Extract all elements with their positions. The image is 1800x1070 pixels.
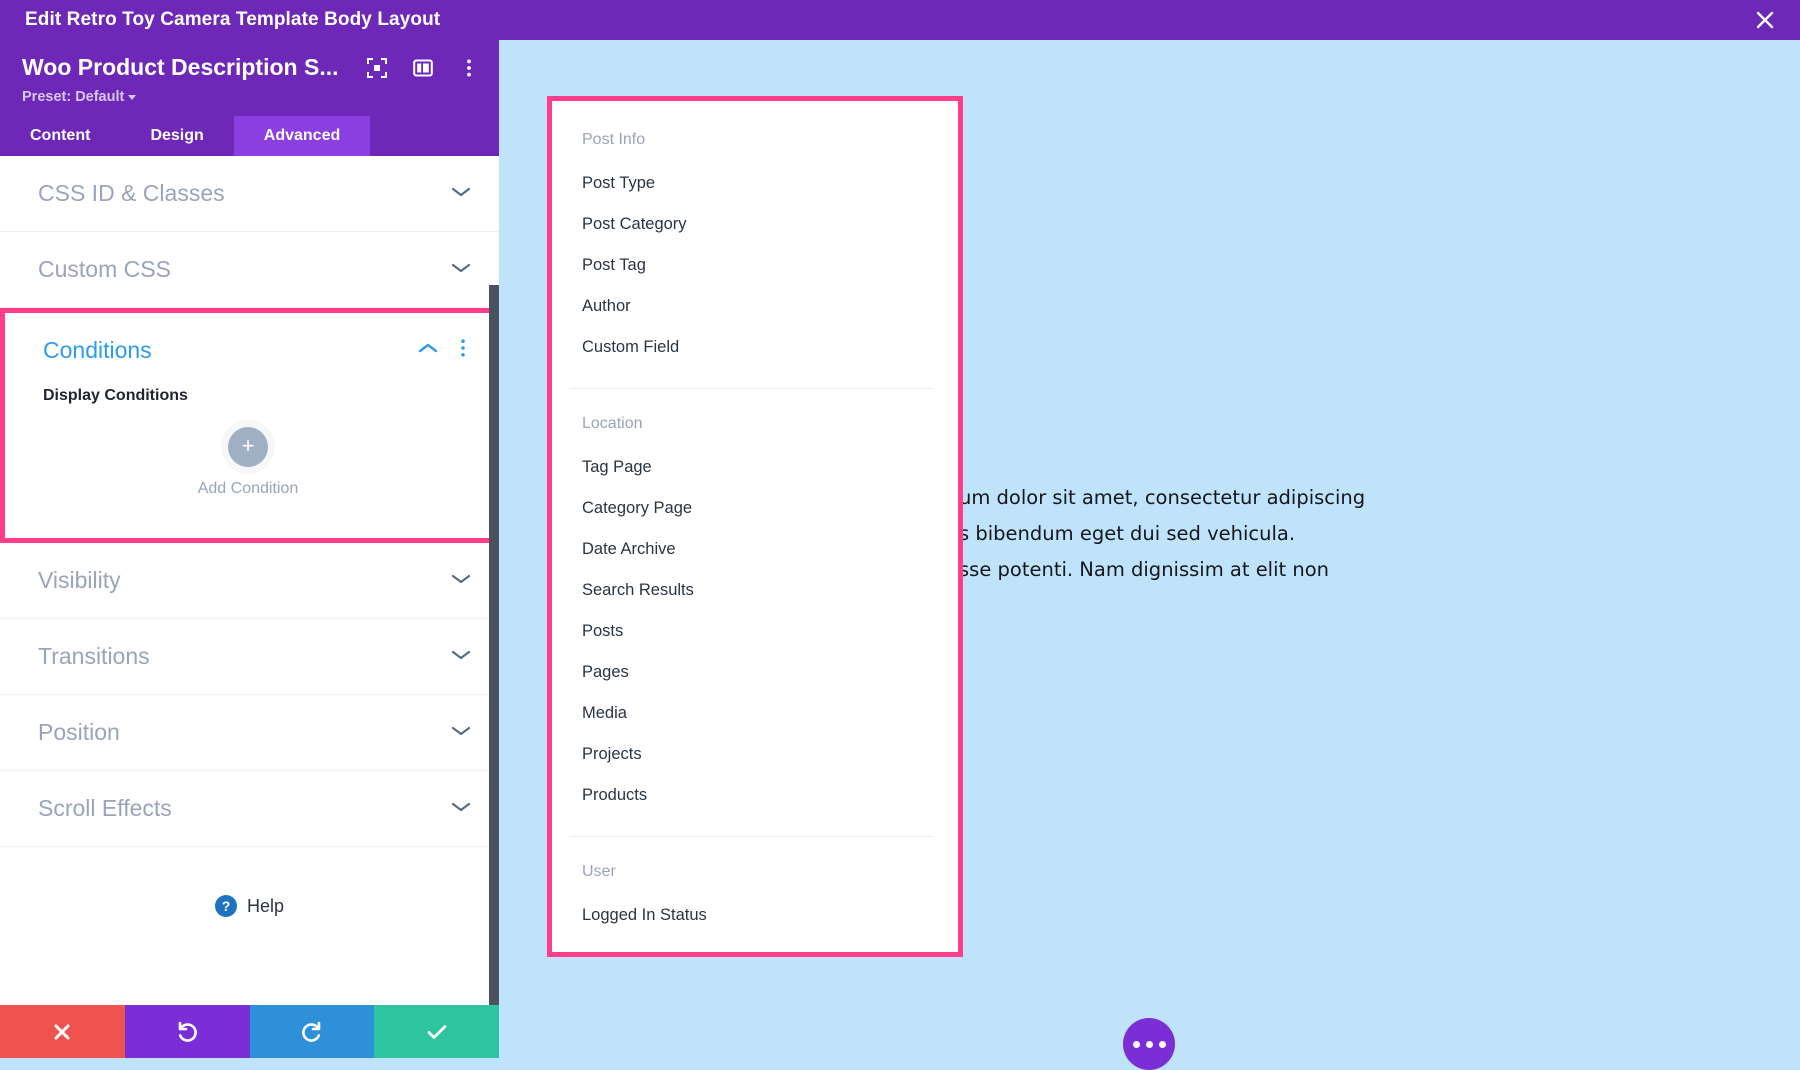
focus-icon[interactable]	[366, 57, 387, 78]
chevron-down-icon[interactable]	[451, 261, 471, 279]
kebab-menu-icon[interactable]	[459, 58, 479, 78]
page-body-text: um dolor sit amet, consectetur adipiscin…	[959, 486, 1366, 581]
conditions-section-header[interactable]: Conditions	[5, 313, 494, 387]
question-mark-icon: ?	[214, 895, 237, 917]
dropdown-item-author[interactable]: Author	[552, 286, 958, 327]
panel-header: Woo Product Description S... Preset: Def…	[0, 40, 499, 116]
dropdown-item-projects[interactable]: Projects	[552, 734, 958, 775]
ellipsis-dot-icon	[1132, 1040, 1140, 1048]
chevron-down-icon[interactable]	[451, 648, 471, 666]
preset-label: Preset: Default	[22, 89, 125, 105]
dropdown-separator	[570, 836, 932, 837]
panel-body: CSS ID & Classes Custom CSS Conditions D…	[0, 156, 499, 996]
window-title: Edit Retro Toy Camera Template Body Layo…	[25, 9, 441, 30]
dropdown-item-post-tag[interactable]: Post Tag	[552, 245, 958, 286]
add-condition-label: Add Condition	[197, 480, 299, 497]
window-titlebar: Edit Retro Toy Camera Template Body Layo…	[0, 0, 1800, 40]
dropdown-item-logged-in-status[interactable]: Logged In Status	[552, 895, 958, 936]
close-icon[interactable]	[1752, 7, 1778, 33]
undo-button[interactable]	[124, 1005, 250, 1058]
chevron-down-icon	[128, 94, 137, 100]
chevron-down-icon[interactable]	[451, 572, 471, 590]
accordion-label: Custom CSS	[38, 256, 171, 282]
panel-tabs: Content Design Advanced	[0, 116, 499, 156]
dropdown-item-category-page[interactable]: Category Page	[552, 488, 958, 529]
plus-glyph: +	[241, 433, 255, 458]
conditions-title: Conditions	[43, 336, 152, 363]
dropdown-item-posts[interactable]: Posts	[552, 611, 958, 652]
dropdown-item-custom-field[interactable]: Custom Field	[552, 327, 958, 368]
dropdown-item-search-results[interactable]: Search Results	[552, 570, 958, 611]
tab-design[interactable]: Design	[120, 116, 233, 156]
chevron-down-icon[interactable]	[451, 185, 471, 203]
panel-title: Woo Product Description S...	[22, 54, 339, 80]
accordion-position[interactable]: Position	[0, 695, 499, 771]
module-settings-panel: Woo Product Description S... Preset: Def…	[0, 40, 499, 1058]
chevron-up-icon[interactable]	[418, 341, 438, 359]
accordion-label: Position	[38, 719, 120, 745]
dropdown-item-media[interactable]: Media	[552, 693, 958, 734]
dropdown-item-pages[interactable]: Pages	[552, 652, 958, 693]
add-condition-button[interactable]: + Add Condition	[158, 427, 338, 498]
help-button[interactable]: ? Help	[0, 895, 499, 917]
dropdown-group-title: Post Info	[582, 131, 646, 148]
preset-selector[interactable]: Preset: Default	[22, 89, 137, 105]
dropdown-group-title: Location	[582, 415, 643, 432]
chevron-down-icon[interactable]	[451, 800, 471, 818]
accordion-scroll-effects[interactable]: Scroll Effects	[0, 771, 499, 847]
save-button[interactable]	[374, 1005, 499, 1058]
redo-button[interactable]	[249, 1005, 375, 1058]
dropdown-item-products[interactable]: Products	[552, 775, 958, 816]
dropdown-item-post-category[interactable]: Post Category	[552, 204, 958, 245]
accordion-label: Visibility	[38, 567, 121, 593]
dropdown-item-post-type[interactable]: Post Type	[552, 163, 958, 204]
cancel-button[interactable]	[0, 1005, 125, 1058]
accordion-css-id-classes[interactable]: CSS ID & Classes	[0, 156, 499, 232]
dropdown-item-tag-page[interactable]: Tag Page	[552, 447, 958, 488]
panel-scrollbar[interactable]	[489, 285, 499, 1045]
accordion-transitions[interactable]: Transitions	[0, 619, 499, 695]
dropdown-item-date-archive[interactable]: Date Archive	[552, 529, 958, 570]
ellipsis-dot-icon	[1145, 1040, 1153, 1048]
accordion-custom-css[interactable]: Custom CSS	[0, 232, 499, 308]
display-conditions-dropdown[interactable]: Post Info Post Type Post Category Post Tag A…	[547, 96, 963, 957]
layout-panel-icon[interactable]	[412, 58, 433, 78]
kebab-menu-icon[interactable]	[460, 338, 466, 363]
page-settings-fab-button[interactable]	[1123, 1018, 1175, 1070]
dropdown-group-title: User	[582, 863, 616, 880]
tab-advanced[interactable]: Advanced	[233, 116, 371, 156]
accordion-visibility[interactable]: Visibility	[0, 543, 499, 619]
help-label: Help	[246, 895, 285, 916]
chevron-down-icon[interactable]	[451, 724, 471, 742]
plus-icon: +	[228, 427, 268, 467]
ellipsis-dot-icon	[1158, 1040, 1166, 1048]
accordion-label: CSS ID & Classes	[38, 180, 225, 206]
display-conditions-label: Display Conditions	[43, 387, 188, 404]
accordion-label: Scroll Effects	[38, 795, 172, 821]
dropdown-separator	[570, 388, 932, 389]
conditions-section-highlighted: Conditions Display Conditions + Add Cond…	[0, 308, 499, 543]
tab-content[interactable]: Content	[0, 116, 120, 156]
accordion-label: Transitions	[38, 643, 150, 669]
panel-action-bar	[0, 1005, 499, 1058]
